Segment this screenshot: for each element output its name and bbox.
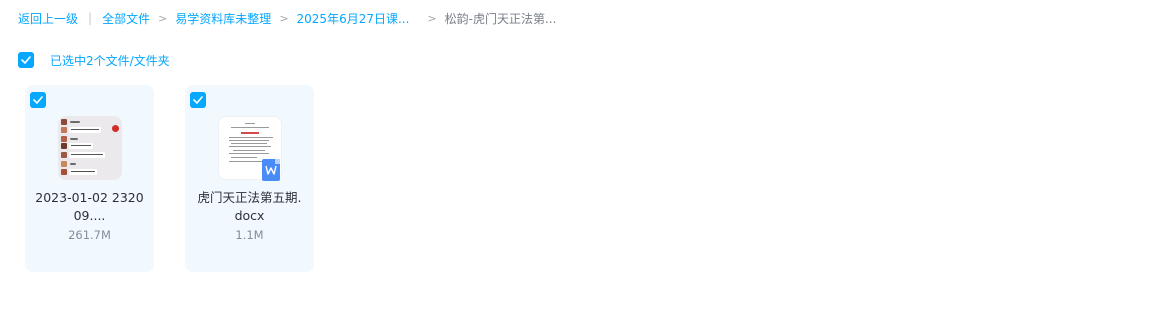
check-icon — [33, 96, 43, 104]
file-size: 1.1M — [235, 228, 264, 242]
selection-bar: 已选中2个文件/文件夹 — [18, 51, 170, 69]
file-card[interactable]: 2023-01-02 2320 09.... 261.7M — [25, 85, 154, 272]
chevron-right-icon: > — [279, 11, 289, 25]
video-thumbnail — [58, 116, 122, 180]
file-name: 虎门天正法第五期. docx — [197, 190, 302, 223]
breadcrumb: 返回上一级 | 全部文件 > 易学资料库未整理 > 2025年6月27日课...… — [18, 9, 556, 27]
chevron-right-icon: > — [427, 11, 437, 25]
file-card[interactable]: 虎门天正法第五期. docx 1.1M — [185, 85, 314, 272]
file-name: 2023-01-02 2320 09.... — [35, 190, 144, 223]
check-icon — [21, 56, 31, 64]
back-link[interactable]: 返回上一级 — [18, 10, 78, 27]
w-letter-icon — [265, 165, 277, 175]
file-size: 261.7M — [68, 228, 111, 242]
selection-count-text: 已选中2个文件/文件夹 — [50, 53, 170, 68]
check-icon — [193, 96, 203, 104]
breadcrumb-item-subfolder[interactable]: 2025年6月27日课... — [297, 10, 410, 27]
red-badge-icon — [112, 125, 119, 132]
file-checkbox[interactable] — [190, 92, 206, 108]
breadcrumb-item-all-files[interactable]: 全部文件 — [102, 10, 150, 27]
file-checkbox[interactable] — [30, 92, 46, 108]
chevron-right-icon: > — [158, 11, 168, 25]
breadcrumb-item-current: 松韵-虎门天正法第... — [444, 11, 557, 26]
select-all-checkbox[interactable] — [18, 52, 34, 68]
breadcrumb-item-folder[interactable]: 易学资料库未整理 — [175, 10, 271, 27]
file-browser: 返回上一级 | 全部文件 > 易学资料库未整理 > 2025年6月27日课...… — [0, 0, 1172, 317]
word-doc-icon — [262, 159, 280, 181]
breadcrumb-divider: | — [88, 11, 93, 25]
